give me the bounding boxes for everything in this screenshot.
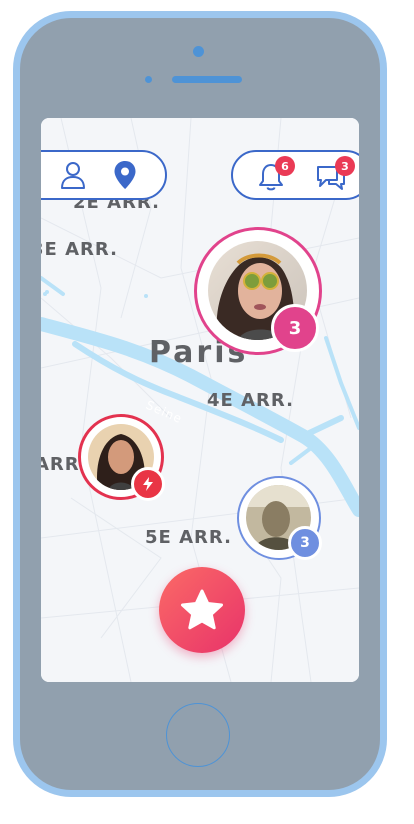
map-pin-icon: [114, 161, 136, 189]
star-icon: [181, 589, 223, 630]
district-label-5e: 5E ARR.: [145, 527, 232, 548]
marker-status-badge: [131, 467, 165, 501]
user-icon: [61, 162, 85, 189]
favorite-button[interactable]: [159, 567, 245, 653]
notifications-count-badge: 6: [275, 156, 295, 176]
proximity-sensor: [145, 76, 152, 83]
district-label-3e: 3E ARR.: [41, 239, 118, 260]
messages-count-badge: 3: [335, 156, 355, 176]
user-marker-medium[interactable]: [78, 414, 165, 501]
nav-pill-left: [41, 150, 167, 200]
location-button[interactable]: [113, 160, 137, 194]
profile-button[interactable]: [58, 160, 88, 194]
nav-pill-right: 6 3: [231, 150, 359, 200]
marker-count-badge: 3: [271, 304, 319, 352]
district-label-4e: 4E ARR.: [207, 390, 294, 411]
front-camera: [193, 46, 204, 57]
lightning-icon: [143, 477, 153, 491]
marker-count-badge: 3: [288, 526, 322, 560]
app-screen: 2E ARR. 3E ARR. Paris 4E ARR. ARR. 5E AR…: [41, 118, 359, 682]
user-marker-large[interactable]: 3: [194, 227, 322, 355]
earpiece-speaker: [172, 76, 242, 83]
home-button[interactable]: [166, 703, 230, 767]
user-marker-small[interactable]: 3: [237, 476, 322, 560]
